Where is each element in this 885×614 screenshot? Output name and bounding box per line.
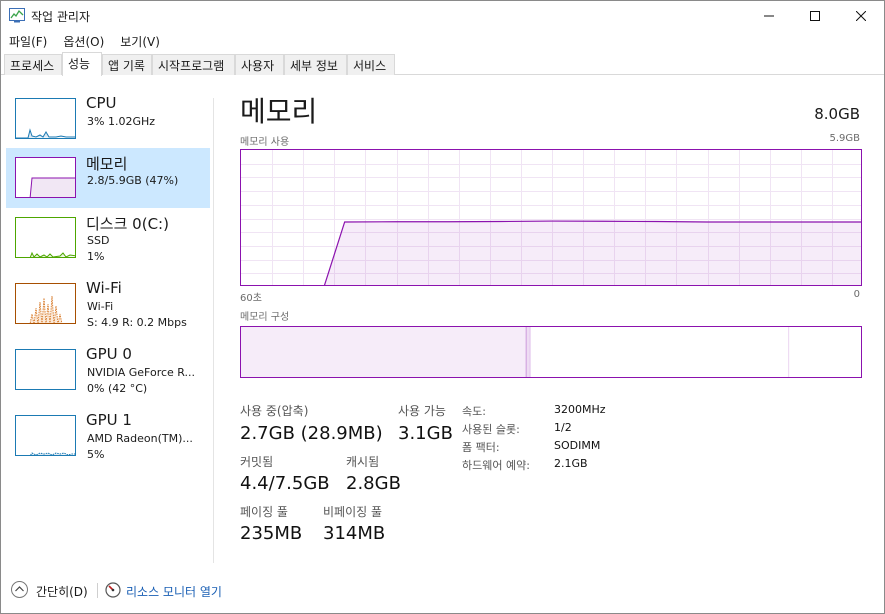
sidebar-item-detail: 3% 1.02GHz: [87, 115, 156, 128]
in-use-label: 사용 중(압축): [240, 404, 309, 418]
composition-label: 메모리 구성: [240, 312, 290, 323]
sidebar-item-name: 디스크 0(C:): [86, 215, 169, 233]
tab-app-history[interactable]: 앱 기록: [102, 54, 152, 75]
slots-value: 1/2: [554, 421, 572, 434]
sidebar-item-gpu1[interactable]: GPU 1 AMD Radeon(TM)... 5%: [6, 406, 210, 466]
sidebar-item-detail-2: 0% (42 °C): [87, 382, 148, 395]
sidebar-item-memory[interactable]: 메모리 2.8/5.9GB (47%): [6, 148, 210, 208]
chevron-up-icon: [15, 586, 24, 592]
form-factor-key: 폼 팩터:: [462, 441, 500, 454]
sidebar-divider: [213, 98, 214, 563]
sidebar-item-cpu[interactable]: CPU 3% 1.02GHz: [6, 89, 210, 149]
tab-startup[interactable]: 시작프로그램: [152, 54, 235, 75]
composition-free: [789, 327, 861, 377]
memory-total: 8.0GB: [814, 105, 860, 123]
tab-performance[interactable]: 성능: [62, 52, 102, 76]
nonpaged-pool-value: 314MB: [323, 523, 386, 544]
minimize-icon: [764, 15, 774, 17]
available-label: 사용 가능: [398, 404, 446, 418]
sidebar-item-disk[interactable]: 디스크 0(C:) SSD 1%: [6, 208, 210, 268]
page-title: 메모리: [240, 95, 318, 128]
memory-composition-chart: [241, 327, 861, 377]
tab-details[interactable]: 세부 정보: [284, 54, 347, 75]
gpu0-thumbnail-graph: [15, 349, 76, 390]
composition-standby: [530, 327, 790, 377]
memory-thumbnail-graph: [15, 157, 76, 198]
axis-label-right: 0: [853, 289, 860, 300]
nonpaged-pool-label: 비페이징 풀: [323, 505, 383, 519]
speed-key: 속도:: [462, 405, 486, 418]
axis-label-left: 60초: [240, 293, 262, 304]
cached-label: 캐시됨: [346, 455, 380, 469]
sidebar-item-wifi[interactable]: Wi-Fi Wi-Fi S: 4.9 R: 0.2 Mbps: [6, 274, 210, 334]
composition-modified: [526, 327, 531, 377]
in-use-value: 2.7GB (28.9MB): [240, 423, 383, 444]
sidebar-item-name: 메모리: [86, 155, 128, 173]
menu-bar: 파일(F) 옵션(O) 보기(V): [1, 31, 168, 51]
close-button[interactable]: [838, 1, 884, 31]
footer-bar: 간단히(D) 리소스 모니터 열기: [1, 579, 884, 601]
sidebar-item-detail: AMD Radeon(TM)...: [87, 432, 193, 445]
committed-label: 커밋됨: [240, 455, 274, 469]
tab-services[interactable]: 서비스: [347, 54, 395, 75]
hardware-reserved-key: 하드웨어 예약:: [462, 459, 530, 472]
sidebar-item-detail-2: S: 4.9 R: 0.2 Mbps: [87, 316, 187, 329]
close-icon: [856, 11, 866, 21]
disk-thumbnail-graph: [15, 217, 76, 258]
sidebar-item-name: GPU 0: [86, 345, 132, 363]
cpu-thumbnail-graph: [15, 98, 76, 139]
minimize-button[interactable]: [746, 1, 792, 31]
resource-monitor-icon[interactable]: [105, 582, 121, 598]
resource-sidebar: CPU 3% 1.02GHz 메모리 2.8/5.9GB (47%) 디스크 0…: [1, 83, 213, 567]
form-factor-value: SODIMM: [554, 439, 601, 452]
composition-in-use: [241, 327, 527, 377]
gpu1-thumbnail-graph: [15, 415, 76, 456]
task-manager-window: 작업 관리자 파일(F) 옵션(O) 보기(V) 프로세스 성능 앱 기록 시작…: [0, 0, 885, 614]
sidebar-item-detail-2: 5%: [87, 448, 105, 461]
usage-graph-label: 메모리 사용: [240, 137, 290, 148]
task-manager-icon: [9, 8, 25, 23]
usage-graph-max: 5.9GB: [829, 133, 860, 144]
sidebar-item-name: GPU 1: [86, 411, 132, 429]
sidebar-item-detail: NVIDIA GeForce R...: [87, 366, 196, 379]
sidebar-item-gpu0[interactable]: GPU 0 NVIDIA GeForce R... 0% (42 °C): [6, 340, 210, 400]
available-value: 3.1GB: [398, 423, 453, 444]
wifi-thumbnail-graph: [15, 283, 76, 324]
maximize-icon: [810, 11, 820, 21]
paged-pool-label: 페이징 풀: [240, 505, 288, 519]
fewer-details-toggle[interactable]: [11, 581, 28, 598]
speed-value: 3200MHz: [554, 403, 606, 416]
tab-users[interactable]: 사용자: [235, 54, 284, 75]
cached-value: 2.8GB: [346, 473, 401, 494]
memory-usage-graph: [240, 149, 862, 286]
menu-options[interactable]: 옵션(O): [55, 31, 112, 51]
tab-strip: 프로세스 성능 앱 기록 시작프로그램 사용자 세부 정보 서비스: [1, 52, 884, 76]
hardware-reserved-value: 2.1GB: [554, 457, 588, 470]
title-bar[interactable]: 작업 관리자: [1, 1, 884, 31]
menu-view[interactable]: 보기(V): [112, 31, 168, 51]
fewer-details-button[interactable]: 간단히(D): [36, 583, 88, 600]
sidebar-item-name: CPU: [86, 94, 117, 112]
memory-composition-bar: [240, 326, 862, 378]
paged-pool-value: 235MB: [240, 523, 303, 544]
committed-value: 4.4/7.5GB: [240, 473, 330, 494]
menu-file[interactable]: 파일(F): [1, 31, 55, 51]
tab-processes[interactable]: 프로세스: [4, 54, 62, 75]
slots-key: 사용된 슬롯:: [462, 423, 520, 436]
sidebar-item-name: Wi-Fi: [86, 279, 122, 297]
sidebar-item-detail-2: 1%: [87, 250, 105, 263]
open-resource-monitor-link[interactable]: 리소스 모니터 열기: [126, 583, 222, 600]
sidebar-item-detail: 2.8/5.9GB (47%): [87, 174, 179, 187]
maximize-button[interactable]: [792, 1, 838, 31]
sidebar-item-detail: SSD: [87, 234, 110, 247]
memory-usage-chart: [241, 150, 861, 285]
window-title: 작업 관리자: [31, 10, 91, 24]
sidebar-item-detail: Wi-Fi: [87, 300, 114, 313]
footer-divider: [97, 583, 98, 598]
